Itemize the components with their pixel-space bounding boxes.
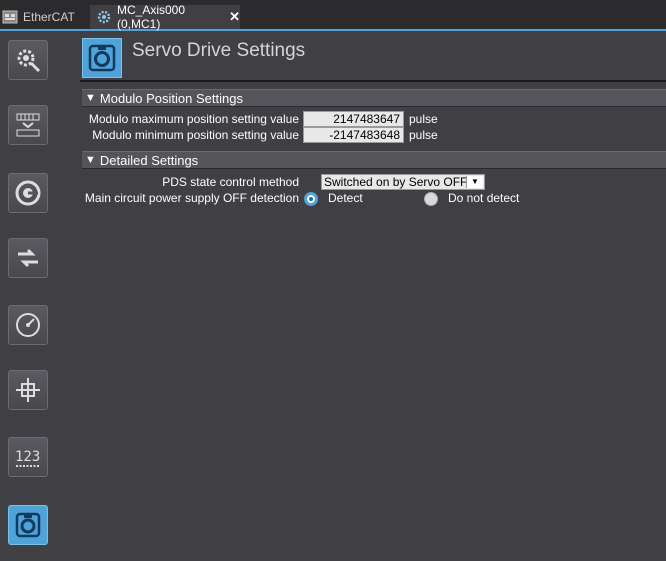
close-icon[interactable]: ✕: [229, 9, 240, 25]
collapse-triangle-icon[interactable]: ▼: [85, 154, 96, 166]
tab-mc-axis[interactable]: MC_Axis000 (0,MC1) ✕: [90, 3, 240, 31]
title-divider: [80, 80, 666, 82]
position-count-settings-icon[interactable]: [8, 305, 48, 345]
modulo-max-unit: pulse: [409, 112, 438, 126]
detailed-section-header[interactable]: ▼ Detailed Settings: [82, 151, 666, 169]
limit-settings-icon[interactable]: [8, 238, 48, 278]
modulo-min-unit: pulse: [409, 128, 438, 142]
section-title: Modulo Position Settings: [99, 90, 243, 106]
main-circuit-label: Main circuit power supply OFF detection: [84, 191, 299, 205]
no-detect-radio-label[interactable]: Do not detect: [448, 191, 519, 205]
modulo-min-input[interactable]: -2147483648: [303, 127, 404, 143]
chevron-down-icon[interactable]: ▼: [466, 176, 483, 188]
page-title: Servo Drive Settings: [132, 40, 306, 61]
detect-radio-label[interactable]: Detect: [328, 191, 363, 205]
pds-label: PDS state control method: [162, 175, 299, 189]
numeric-settings-icon[interactable]: 123: [8, 437, 48, 477]
svg-text:123: 123: [15, 449, 40, 465]
detect-radio[interactable]: [304, 192, 318, 206]
collapse-triangle-icon[interactable]: ▼: [85, 92, 96, 104]
no-detect-radio[interactable]: [424, 192, 438, 206]
tab-label: EtherCAT: [23, 10, 75, 24]
tab-label: MC_Axis000 (0,MC1): [117, 3, 186, 31]
pds-select-value: Switched on by Servo OFF: [324, 175, 468, 189]
servo-drive-settings-icon[interactable]: [8, 370, 48, 410]
sidebar: 123: [0, 30, 66, 561]
ethercat-icon: [2, 10, 18, 24]
unit-conversion-settings-icon[interactable]: [8, 40, 48, 80]
modulo-section-header[interactable]: ▼ Modulo Position Settings: [82, 89, 666, 107]
pds-select[interactable]: Switched on by Servo OFF ▼: [321, 174, 485, 190]
other-operation-settings-icon[interactable]: [8, 173, 48, 213]
modulo-max-input[interactable]: 2147483647: [303, 111, 404, 127]
tab-bar: EtherCAT MC_Axis000 (0,MC1) ✕: [0, 0, 666, 31]
axis-gear-icon: [96, 10, 112, 24]
modulo-min-label: Modulo minimum position setting value: [92, 128, 299, 142]
operation-settings-icon[interactable]: [8, 105, 48, 145]
modulo-max-label: Modulo maximum position setting value: [88, 112, 299, 126]
section-title: Detailed Settings: [99, 152, 199, 168]
main-panel: Servo Drive Settings ▼ Modulo Position S…: [80, 30, 666, 561]
servo-drive-icon: [82, 38, 122, 78]
tab-ethercat[interactable]: EtherCAT: [0, 5, 88, 29]
servo-drive-active-icon[interactable]: [8, 505, 48, 545]
